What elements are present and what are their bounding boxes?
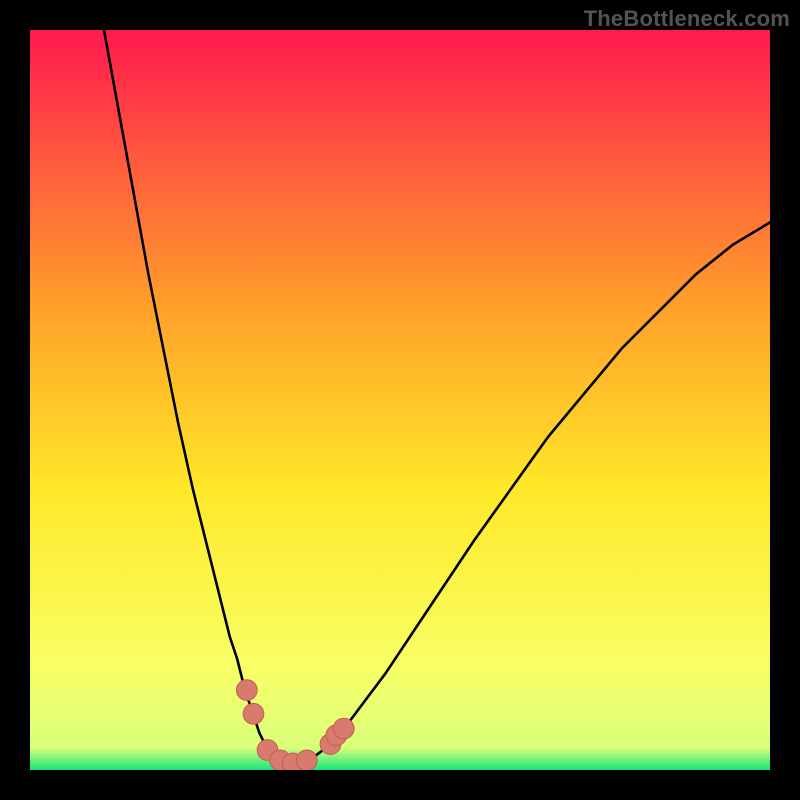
plot-background <box>30 30 770 770</box>
marker-point <box>333 718 354 739</box>
chart-stage: TheBottleneck.com <box>0 0 800 800</box>
marker-point <box>236 680 257 701</box>
bottleneck-chart <box>0 0 800 800</box>
marker-point <box>296 750 317 771</box>
marker-point <box>243 703 264 724</box>
watermark-text: TheBottleneck.com <box>584 6 790 32</box>
